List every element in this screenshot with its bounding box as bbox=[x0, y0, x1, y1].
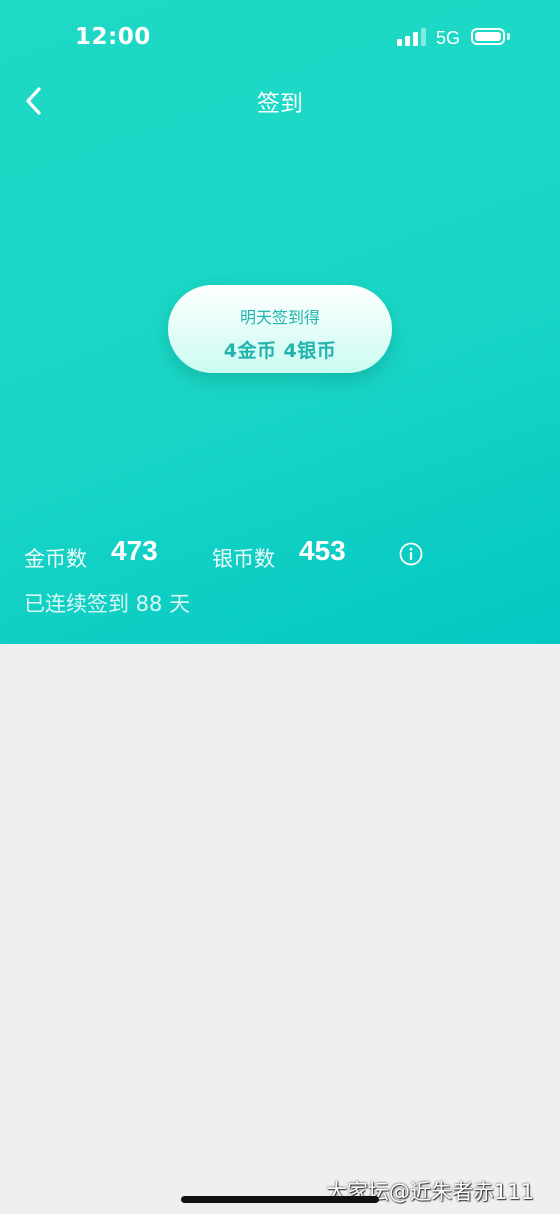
reward-amount: 4金币 4银币 bbox=[223, 340, 337, 362]
info-icon[interactable] bbox=[399, 542, 423, 566]
network-type-label: 5G bbox=[436, 28, 461, 48]
gold-coin-label: 金币数 bbox=[24, 547, 87, 571]
reward-caption: 明天签到得 bbox=[239, 308, 320, 327]
silver-coin-count: 453 bbox=[299, 535, 346, 566]
battery-icon bbox=[471, 28, 505, 45]
home-indicator[interactable] bbox=[181, 1196, 379, 1203]
battery-tip bbox=[507, 33, 510, 40]
navigation-bar: 签到 bbox=[0, 76, 560, 124]
streak-days-text: 已连续签到 88 天 bbox=[24, 592, 191, 616]
gold-coin-count: 473 bbox=[111, 535, 158, 566]
status-time: 12:00 bbox=[75, 24, 151, 50]
hero-panel: 12:00 5G 签到 明天签到得 4金币 4银币 金币数 473 银币数 45… bbox=[0, 0, 560, 644]
tomorrow-reward-button[interactable]: 明天签到得 4金币 4银币 bbox=[168, 285, 392, 373]
signal-strength-icon bbox=[397, 28, 427, 46]
page-title: 签到 bbox=[257, 91, 303, 117]
silver-coin-label: 银币数 bbox=[212, 547, 275, 571]
coin-stats: 金币数 473 银币数 453 已连续签到 88 天 bbox=[0, 530, 560, 630]
status-bar: 12:00 5G bbox=[0, 0, 560, 76]
